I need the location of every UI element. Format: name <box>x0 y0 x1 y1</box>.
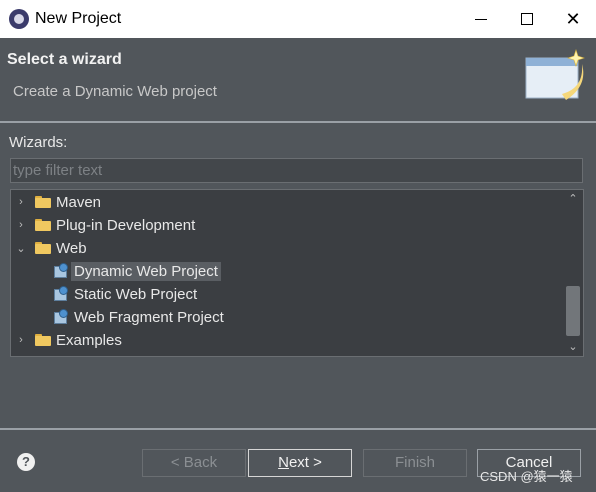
tree-item-web[interactable]: ⌄ Web <box>15 237 565 259</box>
tree-item-label: Plug-in Development <box>56 216 196 234</box>
next-label: ext > <box>288 454 322 471</box>
header-separator <box>0 121 596 123</box>
scroll-down-icon[interactable]: ⌄ <box>563 338 583 356</box>
wizards-label: Wizards: <box>9 134 68 151</box>
expand-chevron-icon[interactable]: › <box>15 219 27 231</box>
page-description: Create a Dynamic Web project <box>13 83 217 100</box>
watermark: CSDN @猿一猿 <box>480 469 573 484</box>
scroll-up-icon[interactable]: ⌃ <box>563 190 583 208</box>
back-button[interactable]: < Back <box>142 449 246 477</box>
tree-item-plugin-development[interactable]: › Plug-in Development <box>15 214 565 236</box>
folder-icon <box>35 196 51 208</box>
tree-item-label: Examples <box>56 331 122 349</box>
web-project-icon <box>53 309 69 325</box>
tree-item-label: Static Web Project <box>74 285 198 303</box>
close-icon: ✕ <box>565 8 581 29</box>
folder-icon <box>35 219 51 231</box>
page-title: Select a wizard <box>7 51 122 68</box>
window-title: New Project <box>35 10 122 27</box>
minimize-button[interactable] <box>458 0 504 38</box>
maximize-icon <box>521 13 533 25</box>
minimize-icon <box>475 18 487 20</box>
collapse-chevron-icon[interactable]: ⌄ <box>15 242 27 255</box>
tree-item-maven[interactable]: › Maven <box>15 191 565 213</box>
close-button[interactable]: ✕ <box>550 0 596 38</box>
maximize-button[interactable] <box>504 0 550 38</box>
help-icon[interactable]: ? <box>17 453 35 471</box>
next-accelerator: N <box>278 454 289 471</box>
title-bar: New Project ✕ <box>0 0 596 38</box>
footer-separator <box>0 428 596 430</box>
tree-item-web-fragment-project[interactable]: Web Fragment Project <box>49 306 596 328</box>
filter-input[interactable] <box>10 158 583 183</box>
web-project-icon <box>53 263 69 279</box>
wizard-tree[interactable]: › Maven › Plug-in Development ⌄ Web Dyna… <box>10 189 584 357</box>
finish-button[interactable]: Finish <box>363 449 467 477</box>
scrollbar-thumb[interactable] <box>566 286 580 336</box>
wizard-header: Select a wizard Create a Dynamic Web pro… <box>0 38 596 122</box>
next-button[interactable]: Next > <box>248 449 352 477</box>
tree-item-examples[interactable]: › Examples <box>15 329 565 351</box>
tree-item-static-web-project[interactable]: Static Web Project <box>49 283 596 305</box>
eclipse-app-icon <box>9 9 29 29</box>
web-project-icon <box>53 286 69 302</box>
vertical-scrollbar[interactable]: ⌃ ⌄ <box>563 190 583 356</box>
tree-item-label: Maven <box>56 193 102 211</box>
expand-chevron-icon[interactable]: › <box>15 334 27 346</box>
folder-icon <box>35 334 51 346</box>
tree-item-dynamic-web-project[interactable]: Dynamic Web Project <box>49 260 596 282</box>
tree-item-label: Web Fragment Project <box>74 308 224 326</box>
expand-chevron-icon[interactable]: › <box>15 196 27 208</box>
wizard-banner-icon <box>525 49 585 100</box>
tree-item-label: Web <box>56 239 87 257</box>
tree-item-label: Dynamic Web Project <box>71 261 221 281</box>
folder-open-icon <box>35 242 51 254</box>
